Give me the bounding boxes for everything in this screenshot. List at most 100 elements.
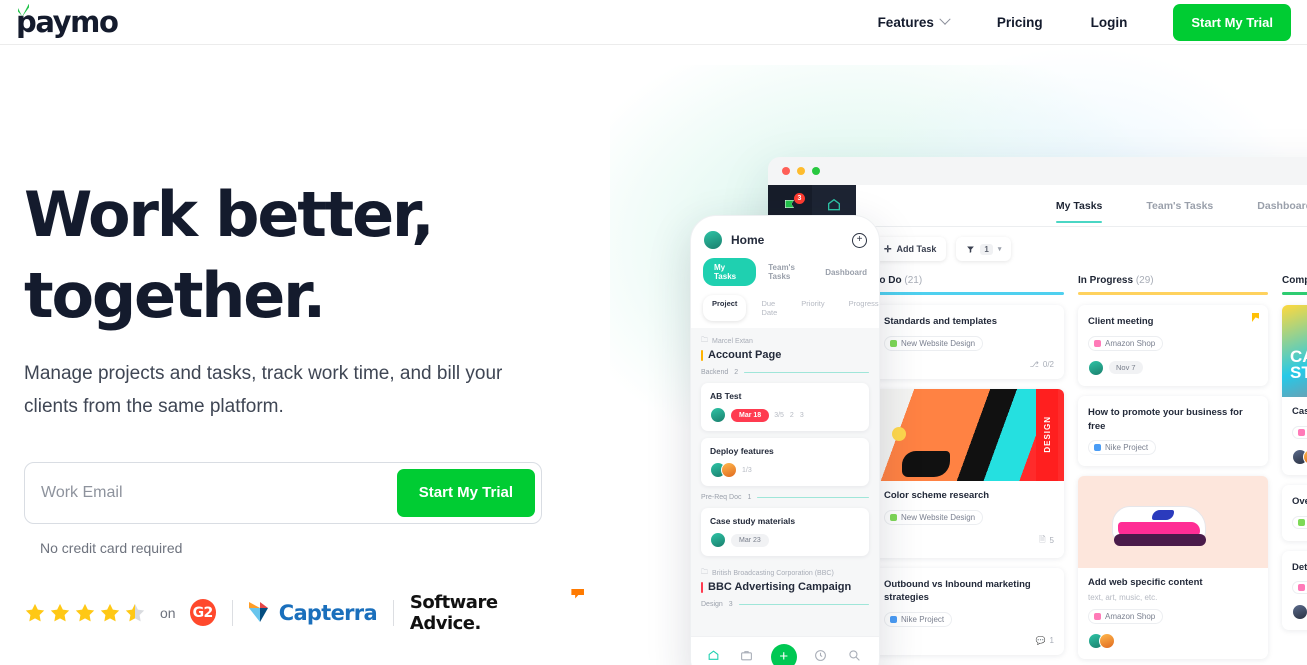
work-email-input[interactable] [41, 483, 397, 502]
software-advice-label: Software Advice. [409, 591, 498, 634]
tag-label: Amazon Shop [1105, 338, 1156, 348]
task-title: How to promote your business for free [1088, 406, 1243, 432]
task-card[interactable]: Client meeting Amazon Shop Nov 7 [1078, 305, 1268, 386]
home-icon[interactable] [826, 197, 842, 213]
close-traffic-light-icon[interactable] [782, 167, 790, 175]
column-count-inprogress: (29) [1135, 275, 1154, 286]
clock-icon [814, 650, 826, 661]
phone-task-card[interactable]: AB Test Mar 18 3/5 2 3 [701, 383, 869, 431]
group-count: 1 [747, 494, 752, 501]
column-header-todo: To Do (21) [874, 275, 1064, 286]
filter-pill-progress[interactable]: Progress [840, 295, 879, 321]
phone-bottom-nav: Home Work + Time Search [691, 636, 879, 665]
comment-icon: 💬 [1035, 636, 1046, 646]
comment-count: 1 [1049, 636, 1054, 646]
group-count: 3 [728, 601, 733, 608]
task-card[interactable]: Standards and templates New Website Desi… [874, 305, 1064, 379]
maximize-traffic-light-icon[interactable] [812, 167, 820, 175]
subtask-count: 0/2 [1042, 359, 1054, 369]
tag-label: New Website Design [901, 338, 976, 348]
tag-label: Amazon Shop [1105, 612, 1156, 622]
nav-item-features[interactable]: Features [854, 13, 973, 30]
app-flag-logo-icon[interactable]: 3 [780, 193, 805, 217]
phone-task-card[interactable]: Case study materials Mar 23 [701, 508, 869, 556]
tab-teams-tasks[interactable]: Team's Tasks [1146, 188, 1213, 223]
divider [231, 599, 233, 626]
column-count-todo: (21) [904, 275, 923, 286]
avatar[interactable] [703, 230, 723, 250]
task-title: Ove [1292, 495, 1307, 507]
nav-label-login: Login [1090, 14, 1128, 30]
tag-color-dot [890, 616, 897, 624]
header-start-trial-button[interactable]: Start My Trial [1173, 3, 1291, 41]
mobile-app-mockup: Home + My Tasks Team's Tasks Dashboard P… [690, 215, 880, 665]
add-task-button[interactable]: ✛ Add Task [874, 237, 947, 261]
tag-color-dot [1298, 584, 1305, 592]
software-advice-logo[interactable]: Software Advice. [409, 588, 584, 634]
tab-dashboard[interactable]: Dashboard [1257, 188, 1307, 223]
add-task-label: Add Task [896, 244, 937, 254]
divider-2 [392, 599, 394, 626]
card-meta: 💬 1 [1036, 636, 1054, 645]
avatar [1292, 604, 1307, 621]
group-name: Design [701, 601, 723, 608]
phone-tab-my-tasks[interactable]: My Tasks [703, 258, 757, 286]
filter-pill-priority[interactable]: Priority [792, 295, 833, 321]
minimize-traffic-light-icon[interactable] [797, 167, 805, 175]
nav-item-pricing[interactable]: Pricing [973, 15, 1067, 30]
filter-button[interactable]: 1 ▾ [956, 237, 1012, 261]
capterra-logo[interactable]: Capterra [248, 600, 378, 625]
phone-tab-teams-tasks[interactable]: Team's Tasks [768, 263, 813, 281]
phone-add-button[interactable]: + [852, 232, 867, 248]
filter-pill-project[interactable]: Project [703, 295, 747, 321]
bottom-nav-search[interactable]: Search [844, 649, 865, 665]
column-header-inprogress: In Progress (29) [1078, 275, 1268, 286]
task-card[interactable]: Det [1282, 550, 1307, 631]
nav-label-features: Features [877, 14, 934, 30]
task-title: Cas [1292, 406, 1307, 417]
phone-group-prereq: Pre-Req Doc 1 [701, 494, 869, 501]
filter-count: 1 [980, 243, 993, 255]
tag-label: Nike Project [1105, 443, 1149, 453]
chevron-down-icon [939, 13, 951, 25]
hero-content: Work better, together. Manage projects a… [24, 175, 584, 634]
tag-color-dot [890, 339, 897, 347]
search-icon [849, 650, 860, 661]
tag-color-dot [1094, 613, 1101, 621]
hero-start-trial-button[interactable]: Start My Trial [396, 468, 535, 517]
task-card[interactable]: DESIGN Color scheme research New Website… [874, 388, 1064, 558]
task-card[interactable]: Add web specific content text, art, musi… [1078, 476, 1268, 660]
bottom-nav-time[interactable]: Time [813, 649, 827, 665]
bottom-nav-work[interactable]: Work [739, 649, 754, 665]
filter-pill-due-date[interactable]: Due Date [752, 295, 786, 321]
kanban-board: To Do (21) Standards and templates New W… [856, 271, 1307, 665]
task-title: Case study materials [710, 516, 796, 526]
column-rule-inprogress [1078, 292, 1268, 295]
phone-tab-dashboard[interactable]: Dashboard [825, 268, 867, 277]
task-card[interactable]: How to promote your business for free Ni… [1078, 395, 1268, 467]
nav-item-login[interactable]: Login [1067, 15, 1152, 30]
due-date-badge: Mar 23 [731, 533, 769, 547]
task-title: Det [1292, 561, 1307, 573]
tag-color-dot [1298, 518, 1305, 526]
bottom-nav-home[interactable]: Home [705, 649, 722, 665]
g2-badge-icon[interactable]: G2 [189, 599, 216, 627]
avatar [721, 462, 737, 478]
client-label: British Broadcasting Corporation (BBC) [712, 570, 834, 577]
tab-my-tasks[interactable]: My Tasks [1055, 188, 1102, 223]
phone-task-card[interactable]: Deploy features 1/3 [701, 438, 869, 486]
task-meta: 3/5 2 3 [774, 412, 804, 419]
nav-label-pricing: Pricing [996, 14, 1043, 30]
capterra-label: Capterra [278, 600, 378, 625]
group-name: Pre-Req Doc [701, 494, 742, 501]
headline-line-1: Work better, [24, 178, 435, 251]
column-header-completed: Comp [1282, 275, 1307, 286]
app-tabs: My Tasks Team's Tasks Dashboard [856, 185, 1307, 227]
task-card[interactable]: Outbound vs Inbound marketing strategies… [874, 567, 1064, 656]
paymo-logo[interactable]: paymo [16, 3, 119, 37]
task-card[interactable]: CAST Cas [1282, 305, 1307, 475]
task-title: Standards and templates [884, 316, 997, 327]
task-card[interactable]: Ove [1282, 484, 1307, 541]
bottom-nav-add-button[interactable]: + [770, 643, 797, 665]
phone-filter-pills: Project Due Date Priority Progress [691, 286, 879, 328]
